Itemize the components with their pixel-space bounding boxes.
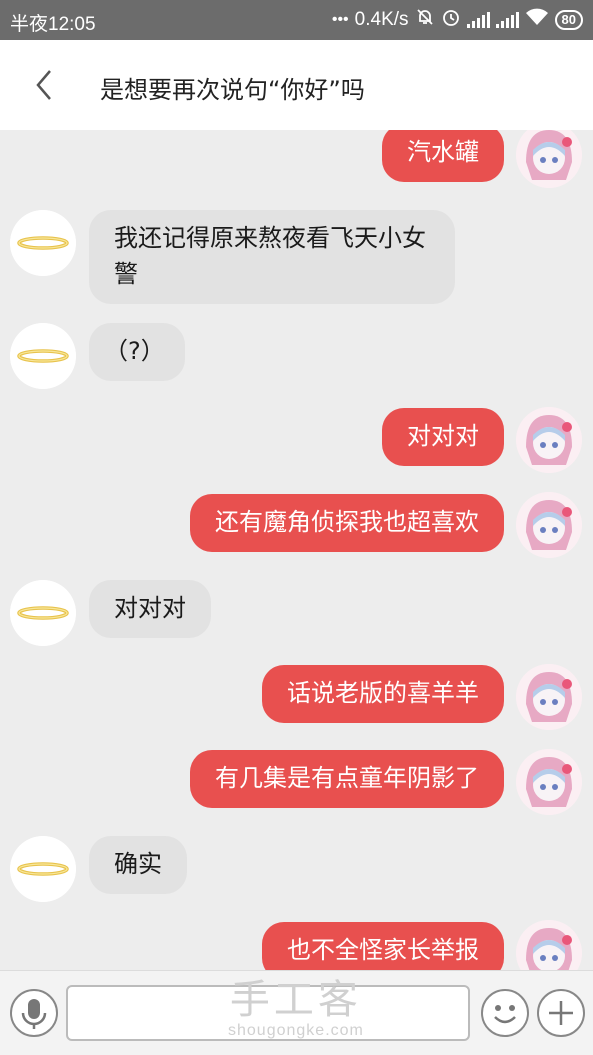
message-bubble-received[interactable]: 对对对 bbox=[89, 580, 211, 638]
smiley-icon[interactable] bbox=[481, 989, 529, 1037]
page-title: 是想要再次说句“你好”吗 bbox=[100, 76, 365, 104]
microphone-icon[interactable] bbox=[10, 989, 58, 1037]
chevron-left-icon[interactable] bbox=[30, 68, 60, 102]
wifi-icon bbox=[525, 8, 549, 32]
message-bubble-sent[interactable]: 话说老版的喜羊羊 bbox=[262, 665, 504, 723]
mute-bell-icon bbox=[415, 7, 435, 33]
avatar[interactable] bbox=[10, 580, 76, 646]
message-list[interactable]: 汽水罐 我还记得原来熬夜看飞天小女警 （?） 对对对 还有魔角侦探我也超喜欢 对… bbox=[0, 130, 593, 970]
input-bar bbox=[0, 970, 593, 1055]
avatar[interactable] bbox=[10, 836, 76, 902]
chat-header: 是想要再次说句“你好”吗 bbox=[0, 40, 593, 130]
message-bubble-sent[interactable]: 也不全怪家长举报 bbox=[262, 922, 504, 970]
status-icons: ••• 0.4K/s 80 bbox=[332, 7, 583, 33]
avatar[interactable] bbox=[516, 492, 582, 558]
message-bubble-received[interactable]: 我还记得原来熬夜看飞天小女警 bbox=[89, 210, 455, 304]
message-bubble-sent[interactable]: 还有魔角侦探我也超喜欢 bbox=[190, 494, 504, 552]
avatar[interactable] bbox=[516, 407, 582, 473]
network-speed: 0.4K/s bbox=[354, 9, 409, 30]
message-input[interactable] bbox=[66, 985, 470, 1041]
avatar[interactable] bbox=[10, 210, 76, 276]
avatar[interactable] bbox=[516, 920, 582, 970]
message-bubble-received[interactable]: 确实 bbox=[89, 836, 187, 894]
avatar[interactable] bbox=[516, 749, 582, 815]
signal-icon-1 bbox=[466, 12, 490, 28]
message-bubble-sent[interactable]: 对对对 bbox=[382, 408, 504, 466]
avatar[interactable] bbox=[516, 664, 582, 730]
battery-icon: 80 bbox=[554, 10, 583, 30]
avatar[interactable] bbox=[10, 323, 76, 389]
message-bubble-sent[interactable]: 有几集是有点童年阴影了 bbox=[190, 750, 504, 808]
status-time: 半夜12:05 bbox=[10, 14, 96, 35]
message-bubble-received[interactable]: （?） bbox=[89, 323, 185, 381]
more-dots-icon: ••• bbox=[331, 11, 349, 28]
avatar[interactable] bbox=[516, 130, 582, 188]
signal-icon-2 bbox=[495, 12, 519, 28]
status-bar: 半夜12:05 ••• 0.4K/s 80 bbox=[0, 0, 593, 40]
alarm-icon bbox=[441, 7, 461, 33]
message-bubble-sent[interactable]: 汽水罐 bbox=[382, 130, 504, 182]
plus-icon[interactable] bbox=[537, 989, 585, 1037]
